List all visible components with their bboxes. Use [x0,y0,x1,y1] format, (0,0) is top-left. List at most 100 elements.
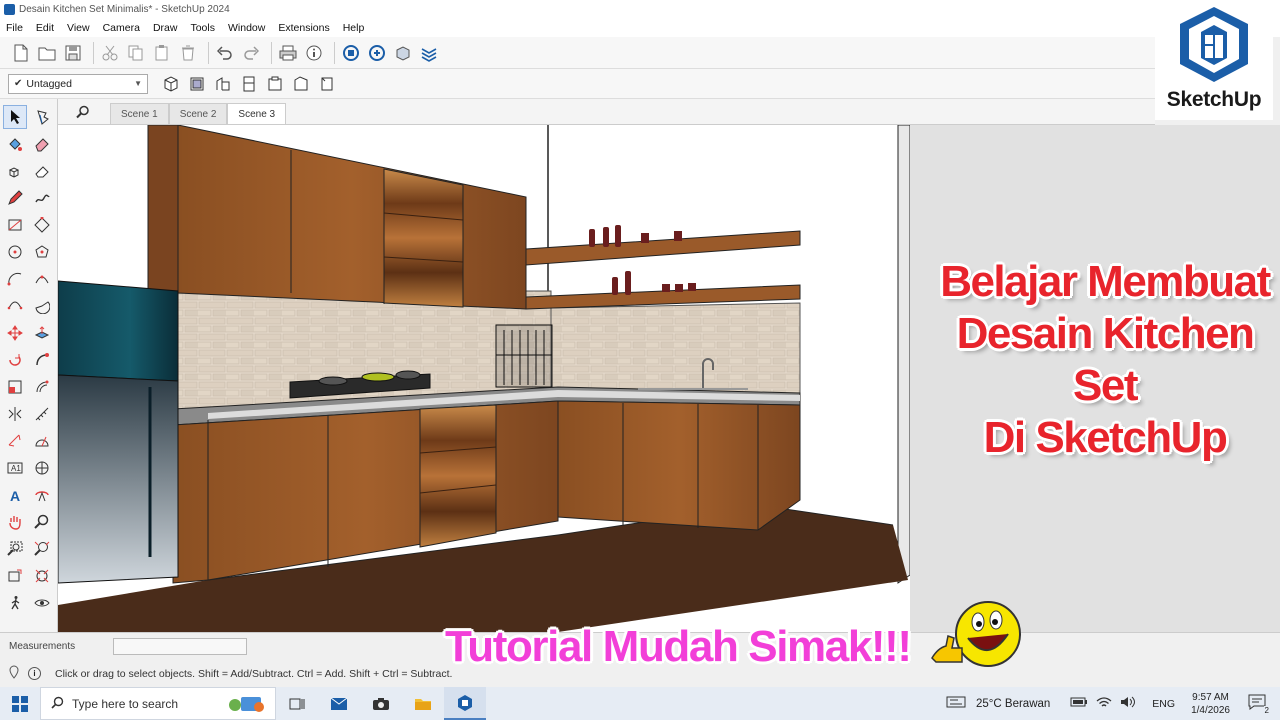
text-label-icon[interactable]: A1 [3,456,27,480]
sketchup-logo: SketchUp [1155,4,1273,120]
svg-text:A1: A1 [11,464,21,473]
polygon-icon[interactable] [30,240,54,264]
search-icon [51,696,64,712]
share-model-icon[interactable] [366,42,388,64]
instructor-info-icon[interactable]: i [28,667,41,680]
extension-warehouse-icon[interactable] [392,42,414,64]
rotate-icon[interactable] [3,348,27,372]
dimension-icon[interactable] [3,429,27,453]
measurements-input[interactable] [113,638,247,655]
print-icon[interactable] [277,42,299,64]
previous-view-icon[interactable] [3,564,27,588]
network-icon[interactable] [1096,696,1112,711]
warehouse-icon[interactable] [340,42,362,64]
3d-text-icon[interactable]: A [3,483,27,507]
axes-icon[interactable] [30,456,54,480]
look-around-icon[interactable] [30,591,54,615]
scene-search-icon[interactable] [68,100,98,124]
new-file-icon[interactable] [10,42,32,64]
top-view-icon[interactable] [186,73,208,95]
windows-start-icon[interactable] [0,687,40,720]
freehand-icon[interactable] [30,186,54,210]
notification-center-icon[interactable]: 2 [1248,694,1270,715]
arc-icon[interactable] [3,267,27,291]
protractor-icon[interactable] [30,429,54,453]
paste-icon[interactable] [151,42,173,64]
sketchup-taskbar-icon[interactable] [444,687,486,720]
rectangle-icon[interactable] [3,213,27,237]
file-explorer-icon[interactable] [402,687,444,720]
select-tool-icon[interactable] [3,105,27,129]
battery-icon[interactable] [1070,696,1088,711]
pan-hand-icon[interactable] [3,510,27,534]
zoom-icon[interactable] [30,510,54,534]
circle-icon[interactable] [3,240,27,264]
bottom-view-icon[interactable] [316,73,338,95]
model-info-icon[interactable] [303,42,325,64]
open-folder-icon[interactable] [36,42,58,64]
line-pencil-icon[interactable] [3,186,27,210]
window-title: Desain Kitchen Set Minimalis* - SketchUp… [19,3,230,15]
tab-scene-2[interactable]: Scene 2 [168,103,228,124]
tag-eraser-icon[interactable] [30,159,54,183]
make-component-icon[interactable] [3,159,27,183]
position-camera-icon[interactable] [30,564,54,588]
back-view-icon[interactable] [264,73,286,95]
iso-view-icon[interactable] [160,73,182,95]
pie-icon[interactable] [30,294,54,318]
search-highlight-icon[interactable] [225,691,267,716]
menu-file[interactable]: File [6,22,23,34]
tab-scene-3[interactable]: Scene 3 [227,103,287,124]
mail-app-icon[interactable] [318,687,360,720]
front-view-icon[interactable] [212,73,234,95]
geo-location-icon[interactable] [8,665,20,682]
taskbar-clock[interactable]: 9:57 AM 1/4/2026 [1191,691,1230,717]
tag-dropdown[interactable]: ✔ Untagged ▼ [8,73,148,94]
lasso-select-icon[interactable] [30,105,54,129]
input-language[interactable]: ENG [1152,698,1175,710]
menu-edit[interactable]: Edit [36,22,54,34]
menu-tools[interactable]: Tools [190,22,215,34]
menu-draw[interactable]: Draw [153,22,178,34]
tab-scene-1[interactable]: Scene 1 [110,103,169,124]
menu-extensions[interactable]: Extensions [278,22,329,34]
erase-delete-icon[interactable] [177,42,199,64]
extension-manager-icon[interactable] [418,42,440,64]
undo-icon[interactable] [214,42,236,64]
rotated-rectangle-icon[interactable] [30,213,54,237]
menu-window[interactable]: Window [228,22,265,34]
follow-me-icon[interactable] [30,348,54,372]
left-view-icon[interactable] [290,73,312,95]
measurements-label: Measurements [9,641,76,652]
copy-icon[interactable] [125,42,147,64]
right-view-icon[interactable] [238,73,260,95]
task-view-icon[interactable] [276,687,318,720]
camera-app-icon[interactable] [360,687,402,720]
flip-icon[interactable] [3,402,27,426]
clock-time: 9:57 AM [1192,691,1229,703]
cut-icon[interactable] [99,42,121,64]
paint-bucket-icon[interactable] [3,132,27,156]
two-point-arc-icon[interactable] [30,267,54,291]
menu-help[interactable]: Help [343,22,365,34]
clock-date: 1/4/2026 [1191,704,1230,716]
menu-view[interactable]: View [67,22,90,34]
menu-camera[interactable]: Camera [103,22,140,34]
zoom-window-icon[interactable] [3,537,27,561]
taskbar-search-input[interactable]: Type here to search [40,687,276,720]
zoom-extents-icon[interactable] [30,537,54,561]
scale-icon[interactable] [3,375,27,399]
push-pull-icon[interactable] [30,321,54,345]
eraser-icon[interactable] [30,132,54,156]
walk-icon[interactable] [3,591,27,615]
redo-icon[interactable] [240,42,262,64]
three-point-arc-icon[interactable] [3,294,27,318]
offset-icon[interactable] [30,375,54,399]
save-icon[interactable] [62,42,84,64]
orbit-icon[interactable] [30,483,54,507]
move-icon[interactable] [3,321,27,345]
weather-text[interactable]: 25°C Berawan [976,698,1050,710]
tape-measure-icon[interactable] [30,402,54,426]
weather-icon[interactable] [946,695,966,712]
volume-icon[interactable] [1120,696,1136,711]
